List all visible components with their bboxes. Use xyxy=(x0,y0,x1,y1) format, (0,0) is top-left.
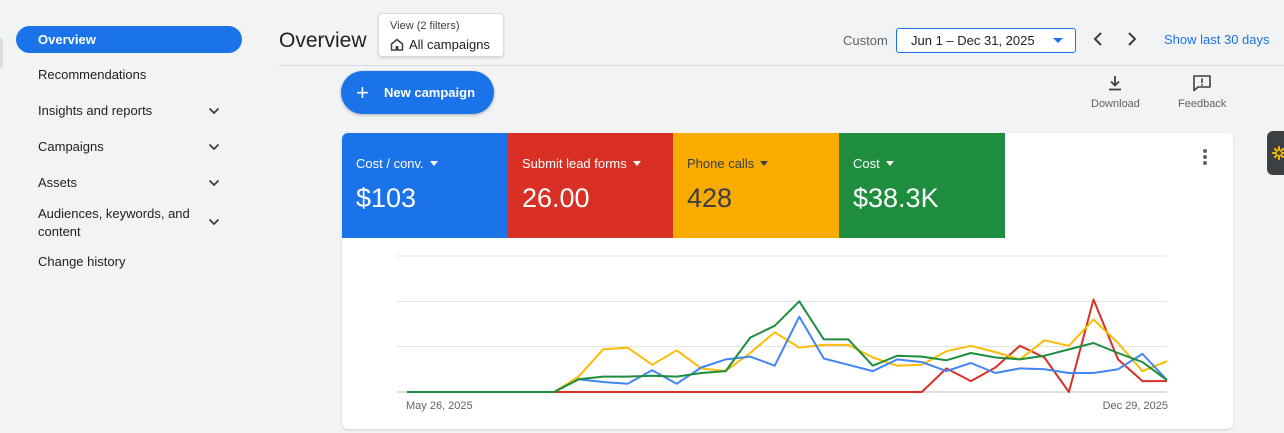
metric-value: $38.3K xyxy=(853,183,939,213)
metric-submit-lead-forms[interactable]: Submit lead forms 26.00 xyxy=(508,133,674,238)
dropdown-caret-icon xyxy=(760,161,769,166)
x-axis-end-label: Dec 29, 2025 xyxy=(1102,400,1168,412)
metric-value: $103 xyxy=(356,183,417,213)
spark-icon xyxy=(1272,146,1284,160)
sidebar-item-recommendations[interactable]: Recommendations xyxy=(16,66,242,84)
dropdown-caret-icon xyxy=(632,161,641,166)
filter-scope: All campaigns xyxy=(390,37,490,52)
metric-label: Submit lead forms xyxy=(522,156,627,171)
x-axis-start-label: May 26, 2025 xyxy=(406,400,473,412)
download-icon xyxy=(1109,76,1122,91)
filter-view-label: View (2 filters) xyxy=(390,20,460,32)
dropdown-caret-icon xyxy=(1053,38,1063,43)
dropdown-caret-icon xyxy=(885,161,894,166)
date-range-value: Jun 1 – Dec 31, 2025 xyxy=(911,33,1035,48)
dropdown-caret-icon xyxy=(429,161,438,166)
metric-label: Phone calls xyxy=(687,156,755,171)
chevron-down-icon xyxy=(208,107,220,115)
sidebar-item-campaigns[interactable]: Campaigns xyxy=(16,138,242,156)
more-options-icon[interactable] xyxy=(1203,149,1207,167)
sidebar-item-assets[interactable]: Assets xyxy=(16,174,242,192)
metric-phone-calls[interactable]: Phone calls 428 xyxy=(673,133,839,238)
feedback-icon xyxy=(1193,75,1211,92)
sidebar-item-label: Change history xyxy=(38,254,126,269)
chevron-right-icon[interactable] xyxy=(1124,30,1140,48)
page-title: Overview xyxy=(279,29,367,52)
filter-scope-label: All campaigns xyxy=(409,37,490,52)
date-mode-label: Custom xyxy=(843,33,888,48)
sidebar-item-label: Insights and reports xyxy=(38,103,153,118)
date-range-select[interactable]: Jun 1 – Dec 31, 2025 xyxy=(896,28,1076,53)
metric-cost[interactable]: Cost $38.3K xyxy=(839,133,1005,238)
home-icon xyxy=(390,38,404,51)
metric-label: Cost xyxy=(853,156,880,171)
sidebar-item-insights-and-reports[interactable]: Insights and reports xyxy=(16,102,242,120)
sidebar-nav: Overview Recommendations Insights and re… xyxy=(0,0,260,433)
new-campaign-label: New campaign xyxy=(384,85,476,100)
side-panel-tab[interactable] xyxy=(1267,131,1284,175)
sidebar-item-label: Recommendations xyxy=(38,67,147,82)
sidebar-item-change-history[interactable]: Change history xyxy=(16,253,242,271)
metric-label: Cost / conv. xyxy=(356,156,424,171)
metric-value: 26.00 xyxy=(522,183,590,213)
chevron-left-icon[interactable] xyxy=(1090,30,1106,48)
sidebar-item-label: Overview xyxy=(38,31,96,47)
sidebar-item-audiences-keywords-content[interactable]: Audiences, keywords, and content xyxy=(16,205,242,241)
chevron-down-icon xyxy=(208,218,220,226)
metric-cost-per-conv[interactable]: Cost / conv. $103 xyxy=(342,133,508,238)
feedback-label: Feedback xyxy=(1178,98,1227,110)
download-label: Download xyxy=(1091,98,1140,110)
new-campaign-button[interactable]: + New campaign xyxy=(341,71,494,114)
sidebar-item-label: Campaigns xyxy=(38,139,104,154)
download-button[interactable]: Download xyxy=(1091,74,1140,110)
feedback-button[interactable]: Feedback xyxy=(1178,74,1226,110)
plus-icon: + xyxy=(356,79,369,105)
show-last-30-days-link[interactable]: Show last 30 days xyxy=(1164,32,1270,47)
sidebar-item-label: Assets xyxy=(38,175,78,190)
header-divider xyxy=(279,65,1284,66)
performance-card: Cost / conv. $103 Submit lead forms 26.0… xyxy=(342,133,1233,429)
series-line-phone-calls xyxy=(407,318,1168,393)
sidebar-item-label: Audiences, keywords, and content xyxy=(38,206,190,239)
chevron-down-icon xyxy=(208,143,220,151)
sidebar-item-overview[interactable]: Overview xyxy=(16,26,242,53)
campaign-filter-selector[interactable]: View (2 filters) All campaigns xyxy=(378,13,504,57)
metric-value: 428 xyxy=(687,183,733,213)
performance-line-chart xyxy=(397,255,1168,393)
chevron-down-icon xyxy=(208,179,220,187)
